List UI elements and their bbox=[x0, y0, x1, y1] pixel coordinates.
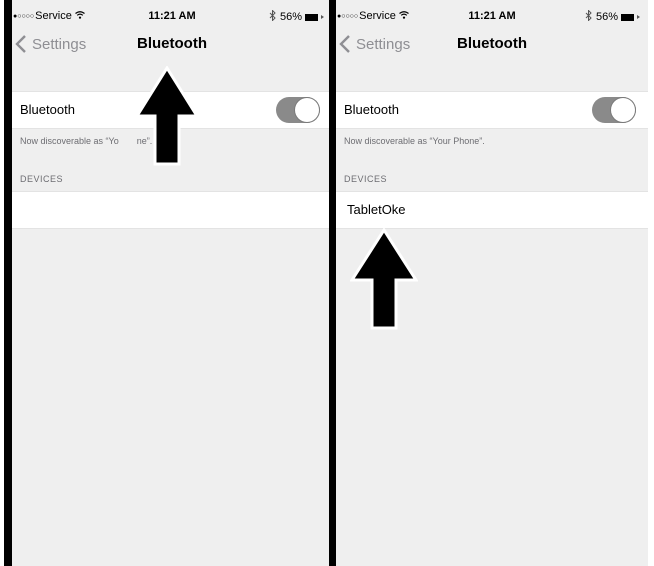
bluetooth-label: Bluetooth bbox=[344, 102, 399, 117]
battery-tip-icon bbox=[637, 15, 640, 19]
back-button[interactable]: Settings bbox=[14, 34, 86, 54]
up-arrow-icon bbox=[350, 228, 418, 330]
bluetooth-toggle-row: Bluetooth bbox=[336, 91, 648, 129]
chevron-left-icon bbox=[15, 35, 26, 53]
toggle-knob bbox=[295, 98, 319, 122]
back-button[interactable]: Settings bbox=[338, 34, 410, 54]
status-bar: ●○○○○ Service 11:21 AM 56% bbox=[336, 0, 648, 30]
bluetooth-toggle[interactable] bbox=[592, 97, 636, 123]
status-bar: ●○○○○ Service 11:21 AM 56% bbox=[12, 0, 332, 30]
bluetooth-label: Bluetooth bbox=[20, 102, 75, 117]
phone-screen-after: ●○○○○ Service 11:21 AM 56% Settings Blue… bbox=[329, 0, 648, 566]
devices-section-header: DEVICES bbox=[344, 174, 388, 184]
devices-section-header: DEVICES bbox=[20, 174, 64, 184]
device-row-tabletoke[interactable]: TabletOke bbox=[336, 191, 648, 229]
battery-percentage: 56% bbox=[595, 11, 618, 23]
up-arrow-icon bbox=[135, 66, 199, 166]
discoverable-text: Now discoverable as “Yo ne”. bbox=[20, 136, 152, 146]
discoverable-text: Now discoverable as “Your Phone”. bbox=[344, 136, 485, 146]
toggle-knob bbox=[611, 98, 635, 122]
discoverable-text-start: Now discoverable as “Yo bbox=[20, 136, 119, 146]
device-name: TabletOke bbox=[347, 202, 406, 217]
bluetooth-toggle[interactable] bbox=[276, 97, 320, 123]
bluetooth-icon bbox=[269, 9, 276, 24]
phone-screen-before: ●○○○○ Service 11:21 AM 56% Settings Blue… bbox=[4, 0, 332, 566]
battery-icon bbox=[621, 13, 634, 21]
chevron-left-icon bbox=[339, 35, 350, 53]
back-label[interactable]: Settings bbox=[32, 36, 86, 53]
back-label[interactable]: Settings bbox=[356, 36, 410, 53]
navigation-bar: Settings Bluetooth bbox=[12, 30, 332, 60]
devices-list-empty bbox=[12, 191, 332, 229]
bluetooth-icon bbox=[585, 9, 592, 24]
battery-icon bbox=[305, 13, 318, 21]
navigation-bar: Settings Bluetooth bbox=[336, 30, 648, 60]
battery-tip-icon bbox=[321, 15, 324, 19]
battery-percentage: 56% bbox=[279, 11, 302, 23]
